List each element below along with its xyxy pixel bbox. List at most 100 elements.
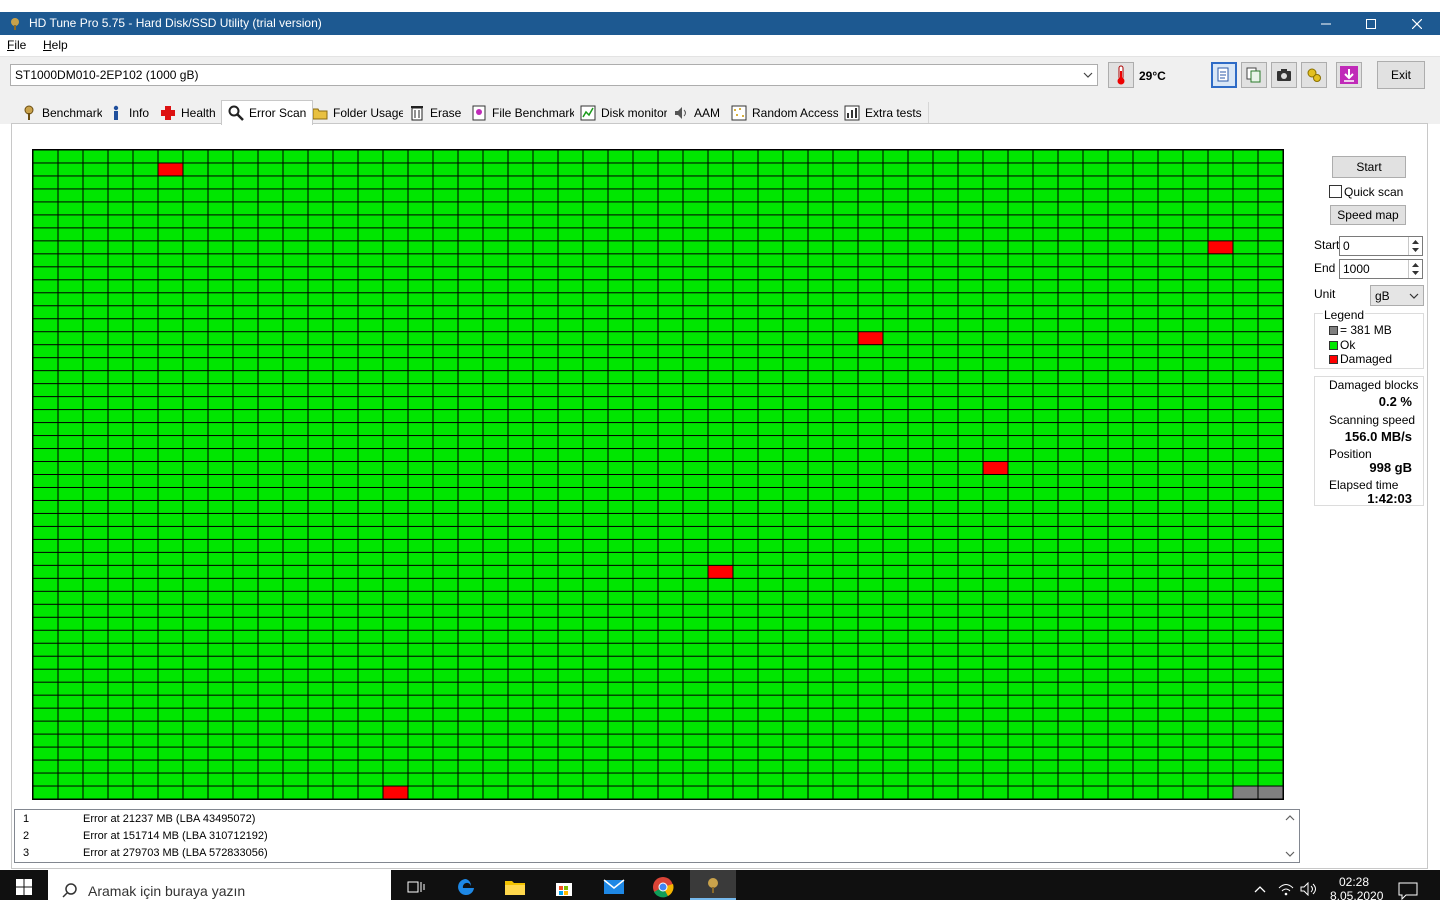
scan-block-ok (583, 423, 608, 436)
drive-select[interactable]: ST1000DM010-2EP102 (1000 gB) (10, 64, 1098, 86)
scroll-up-icon[interactable] (1285, 814, 1295, 822)
options-button[interactable] (1301, 62, 1327, 88)
tab-error-scan[interactable]: Error Scan (221, 100, 314, 125)
close-button[interactable] (1394, 12, 1440, 35)
scan-block-ok (733, 189, 758, 202)
scan-block-ok (383, 176, 408, 189)
scan-block-ok (533, 786, 558, 799)
taskbar-clock[interactable]: 02:28 8.05.2020 (1330, 875, 1383, 903)
scan-block-ok (883, 500, 908, 513)
file-explorer-button[interactable] (495, 874, 535, 900)
minimize-button[interactable] (1303, 12, 1349, 35)
scan-block-ok (708, 215, 733, 228)
scan-block-ok (358, 189, 383, 202)
scan-block-ok (308, 578, 333, 591)
scan-block-ok (433, 189, 458, 202)
scan-block-ok (708, 410, 733, 423)
quick-scan-checkbox[interactable] (1329, 185, 1342, 198)
tab-erase[interactable]: Erase (403, 102, 469, 124)
scan-block-ok (1233, 254, 1258, 267)
tab-info[interactable]: Info (102, 102, 157, 124)
scan-block-ok (1183, 384, 1208, 397)
scan-block-ok (483, 410, 508, 423)
scan-block-ok (683, 228, 708, 241)
start-menu-button[interactable] (4, 874, 44, 900)
title-bar[interactable]: HD Tune Pro 5.75 - Hard Disk/SSD Utility… (0, 12, 1440, 35)
error-list[interactable]: 1 Error at 21237 MB (LBA 43495072) 2 Err… (14, 809, 1300, 863)
tab-random-access[interactable]: Random Access (725, 102, 846, 124)
info-icon (113, 105, 119, 120)
scan-block-ok (1233, 410, 1258, 423)
scan-block-ok (358, 280, 383, 293)
scan-block-ok (408, 306, 433, 319)
tab-folder-usage[interactable]: Folder Usage (306, 102, 413, 124)
scan-block-ok (733, 228, 758, 241)
scan-block-ok (508, 358, 533, 371)
maximize-button[interactable] (1348, 12, 1394, 35)
scan-block-ok (833, 591, 858, 604)
scan-block-ok (708, 578, 733, 591)
tab-extra-tests[interactable]: Extra tests (838, 102, 929, 124)
store-button[interactable] (544, 874, 584, 900)
scan-block-ok (308, 163, 333, 176)
exit-button[interactable]: Exit (1377, 61, 1425, 89)
scan-block-ok (708, 630, 733, 643)
scan-block-ok (33, 358, 58, 371)
mail-button[interactable] (594, 874, 634, 900)
copy-text-button[interactable] (1211, 62, 1237, 88)
start-spinbox[interactable]: 0 (1339, 236, 1423, 256)
scan-block-ok (758, 319, 783, 332)
scan-block-ok (758, 721, 783, 734)
scan-block-ok (658, 656, 683, 669)
copy-info-button[interactable] (1241, 62, 1267, 88)
screenshot-button[interactable] (1271, 62, 1297, 88)
chrome-button[interactable] (643, 874, 683, 900)
scan-block-ok (1233, 449, 1258, 462)
wifi-icon[interactable] (1278, 882, 1294, 896)
edge-button[interactable] (446, 874, 486, 900)
menu-file[interactable]: File (7, 38, 26, 52)
end-spinbox[interactable]: 1000 (1339, 259, 1423, 279)
scan-block-ok (308, 513, 333, 526)
list-item[interactable]: 3 Error at 279703 MB (LBA 572833056) (15, 845, 1283, 862)
tab-aam[interactable]: AAM (667, 102, 728, 124)
start-button[interactable]: Start (1332, 156, 1406, 178)
end-spin-arrows[interactable] (1408, 260, 1422, 278)
unit-select[interactable]: gB (1370, 285, 1424, 306)
scan-block-ok (733, 669, 758, 682)
notification-icon[interactable] (1398, 882, 1418, 900)
speed-map-button[interactable]: Speed map (1330, 205, 1406, 225)
scroll-down-icon[interactable] (1285, 850, 1295, 858)
scan-block-ok (433, 150, 458, 163)
taskbar-search[interactable]: Aramak için buraya yazın (48, 870, 391, 900)
scan-block-ok (808, 384, 833, 397)
scan-block-ok (633, 384, 658, 397)
scan-block-ok (608, 669, 633, 682)
temperature-button[interactable] (1108, 62, 1134, 88)
error-list-scrollbar[interactable] (1282, 810, 1299, 862)
list-item[interactable]: 1 Error at 21237 MB (LBA 43495072) (15, 811, 1283, 828)
scan-block-ok (133, 604, 158, 617)
save-button[interactable] (1336, 62, 1362, 88)
tab-file-benchmark[interactable]: File Benchmark (465, 102, 583, 124)
tab-benchmark[interactable]: Benchmark (15, 102, 110, 124)
scan-block-ok (283, 500, 308, 513)
chevron-up-icon[interactable] (1254, 885, 1266, 893)
hdtune-taskbar-button[interactable] (690, 870, 736, 900)
volume-icon[interactable] (1300, 882, 1318, 896)
scan-block-ok (283, 526, 308, 539)
scan-block-ok (983, 617, 1008, 630)
scan-block-ok (1033, 280, 1058, 293)
menu-help[interactable]: Help (43, 38, 68, 52)
tab-health[interactable]: Health (154, 102, 223, 124)
scan-block-ok (958, 150, 983, 163)
scan-block-ok (708, 708, 733, 721)
scan-block-ok (1133, 358, 1158, 371)
task-view-button[interactable] (396, 874, 436, 900)
scan-block-ok (833, 436, 858, 449)
tab-disk-monitor[interactable]: Disk monitor (574, 102, 675, 124)
list-item[interactable]: 2 Error at 151714 MB (LBA 310712192) (15, 828, 1283, 845)
scan-block-ok (233, 228, 258, 241)
start-spin-arrows[interactable] (1408, 237, 1422, 255)
scan-block-ok (558, 475, 583, 487)
